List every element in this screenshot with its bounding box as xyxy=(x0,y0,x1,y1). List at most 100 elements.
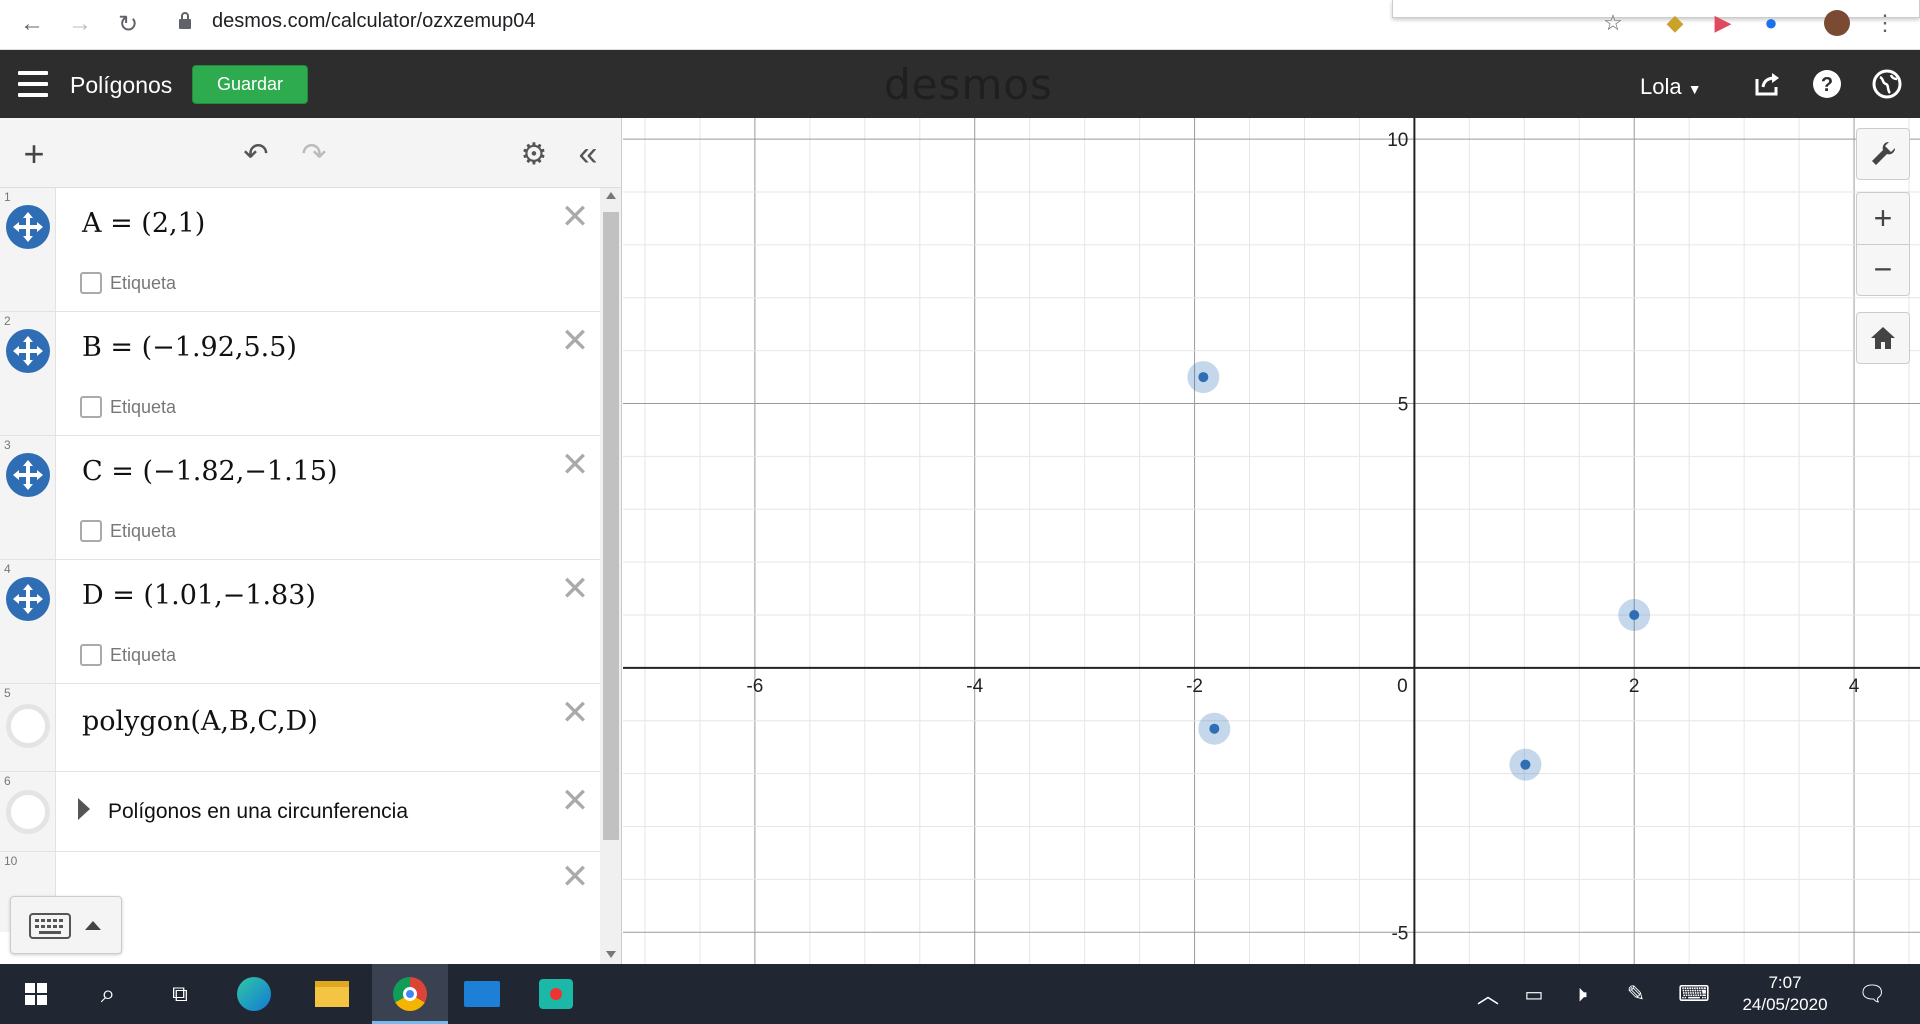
expression-math[interactable]: D = (1.01,−1.83) xyxy=(82,580,316,611)
label-checkbox[interactable] xyxy=(80,272,102,294)
volume-icon[interactable]: 🕨 xyxy=(1560,976,1600,1012)
windows-start-icon[interactable] xyxy=(16,976,56,1012)
delete-expression-icon[interactable]: ✕ xyxy=(560,448,590,482)
avatar[interactable] xyxy=(1824,10,1850,36)
menu-icon[interactable]: ⋮ xyxy=(1872,10,1898,36)
scroll-down-icon[interactable] xyxy=(606,951,616,958)
reload-icon[interactable]: ↻ xyxy=(112,8,144,40)
battery-icon[interactable]: ▭ xyxy=(1514,976,1554,1012)
chevron-up-icon[interactable]: ︿ xyxy=(1468,976,1508,1012)
mail-icon[interactable] xyxy=(462,976,502,1012)
graph-settings-wrench-icon[interactable] xyxy=(1856,128,1910,180)
label-toggle[interactable]: Etiqueta xyxy=(80,644,176,666)
y-tick-label: -5 xyxy=(1391,923,1408,944)
y-tick-label: 5 xyxy=(1398,395,1409,416)
expression-scrollbar[interactable] xyxy=(600,188,621,964)
expression-list: 1 A = (2,1) Etiqueta ✕ 2 B = (−1.92,5.5)… xyxy=(0,188,600,932)
expression-row[interactable]: 5 polygon(A,B,C,D) ✕ xyxy=(0,684,600,772)
expression-row[interactable]: 4 D = (1.01,−1.83) Etiqueta ✕ xyxy=(0,560,600,684)
expression-math[interactable]: polygon(A,B,C,D) xyxy=(82,706,318,737)
folder-title[interactable]: Polígonos en una circunferencia xyxy=(108,800,408,824)
extension-icon[interactable]: ● xyxy=(1758,10,1784,36)
visibility-toggle-icon[interactable] xyxy=(6,704,50,748)
expression-math[interactable]: C = (−1.82,−1.15) xyxy=(82,456,338,487)
gear-icon[interactable]: ⚙ xyxy=(516,136,552,172)
hamburger-icon[interactable] xyxy=(18,71,48,97)
address-bar[interactable]: desmos.com/calculator/ozxzemup04 xyxy=(212,10,535,33)
delete-expression-icon[interactable]: ✕ xyxy=(560,696,590,730)
zoom-out-icon[interactable]: − xyxy=(1874,245,1893,295)
drag-point-icon[interactable] xyxy=(6,329,50,373)
keypad-toggle-button[interactable] xyxy=(10,896,122,954)
scroll-up-icon[interactable] xyxy=(606,192,616,199)
notifications-icon[interactable]: 🗨 xyxy=(1852,976,1892,1012)
graph-canvas[interactable]: -6 -4 -2 0 2 4 10 5 -5 xyxy=(623,118,1920,964)
back-icon[interactable]: ← xyxy=(16,8,48,40)
delete-expression-icon[interactable]: ✕ xyxy=(560,784,590,818)
label-toggle[interactable]: Etiqueta xyxy=(80,396,176,418)
caret-up-icon xyxy=(85,921,101,930)
touch-keyboard-icon[interactable]: ⌨ xyxy=(1674,976,1714,1012)
file-explorer-icon[interactable] xyxy=(312,976,352,1012)
point-B xyxy=(1198,372,1209,383)
expression-number: 6 xyxy=(4,774,11,788)
share-icon[interactable] xyxy=(1752,69,1782,99)
extension-icon[interactable]: ◆ xyxy=(1662,10,1688,36)
expression-gutter: 3 xyxy=(0,436,56,559)
add-item-icon[interactable]: + xyxy=(16,133,52,174)
help-icon[interactable]: ? xyxy=(1812,69,1842,99)
camera-app-icon[interactable] xyxy=(536,976,576,1012)
system-clock[interactable]: 7:07 24/05/2020 xyxy=(1730,972,1840,1016)
point-D xyxy=(1520,759,1531,770)
label-checkbox[interactable] xyxy=(80,520,102,542)
collapse-panel-icon[interactable]: « xyxy=(570,135,606,173)
zoom-in-icon[interactable]: + xyxy=(1874,194,1893,244)
home-icon[interactable] xyxy=(1856,312,1910,364)
delete-expression-icon[interactable]: ✕ xyxy=(560,324,590,358)
expression-row[interactable]: 1 A = (2,1) Etiqueta ✕ xyxy=(0,188,600,312)
redo-icon[interactable]: ↷ xyxy=(296,136,332,172)
edge-icon[interactable] xyxy=(234,976,274,1012)
visibility-toggle-icon[interactable] xyxy=(6,790,50,834)
label-toggle[interactable]: Etiqueta xyxy=(80,272,176,294)
extension-icon[interactable]: ▶ xyxy=(1710,10,1736,36)
user-menu[interactable]: Lola ▼ xyxy=(1640,74,1702,100)
folder-row[interactable]: 6 Polígonos en una circunferencia ✕ xyxy=(0,772,600,852)
x-tick-label: 2 xyxy=(1629,676,1640,697)
folder-expand-icon[interactable] xyxy=(78,798,90,820)
label-checkbox[interactable] xyxy=(80,396,102,418)
expression-number: 4 xyxy=(4,562,11,576)
label-toggle[interactable]: Etiqueta xyxy=(80,520,176,542)
drag-point-icon[interactable] xyxy=(6,577,50,621)
expression-gutter: 2 xyxy=(0,312,56,435)
expression-math[interactable]: B = (−1.92,5.5) xyxy=(82,332,297,363)
expression-panel: + ↶ ↷ ⚙ « 1 A = (2,1) Etiqueta ✕ 2 B = (… xyxy=(0,118,622,964)
x-tick-label: -4 xyxy=(966,676,983,697)
expression-gutter: 5 xyxy=(0,684,56,771)
forward-icon[interactable]: → xyxy=(64,8,96,40)
search-icon[interactable]: ⌕ xyxy=(88,976,128,1012)
svg-text:?: ? xyxy=(1821,74,1833,96)
undo-icon[interactable]: ↶ xyxy=(238,136,274,172)
pen-icon[interactable]: ✎ xyxy=(1616,976,1656,1012)
graph-title[interactable]: Polígonos xyxy=(70,72,172,99)
drag-point-icon[interactable] xyxy=(6,453,50,497)
expression-number: 1 xyxy=(4,190,11,204)
expression-row[interactable]: 3 C = (−1.82,−1.15) Etiqueta ✕ xyxy=(0,436,600,560)
expression-math[interactable]: A = (2,1) xyxy=(82,208,205,239)
delete-expression-icon[interactable]: ✕ xyxy=(560,860,590,894)
expression-row[interactable]: 2 B = (−1.92,5.5) Etiqueta ✕ xyxy=(0,312,600,436)
chrome-icon[interactable] xyxy=(390,976,430,1012)
drag-point-icon[interactable] xyxy=(6,205,50,249)
star-icon[interactable]: ☆ xyxy=(1600,10,1626,36)
scroll-thumb[interactable] xyxy=(603,212,619,840)
app-header: Polígonos Guardar desmos Lola ▼ ? xyxy=(0,50,1920,118)
x-tick-label: 4 xyxy=(1849,676,1860,697)
graph-paper[interactable]: -6 -4 -2 0 2 4 10 5 -5 xyxy=(623,118,1920,964)
label-checkbox[interactable] xyxy=(80,644,102,666)
task-view-icon[interactable]: ⧉ xyxy=(160,976,200,1012)
delete-expression-icon[interactable]: ✕ xyxy=(560,200,590,234)
save-button[interactable]: Guardar xyxy=(192,65,308,104)
globe-icon[interactable] xyxy=(1872,69,1902,99)
delete-expression-icon[interactable]: ✕ xyxy=(560,572,590,606)
